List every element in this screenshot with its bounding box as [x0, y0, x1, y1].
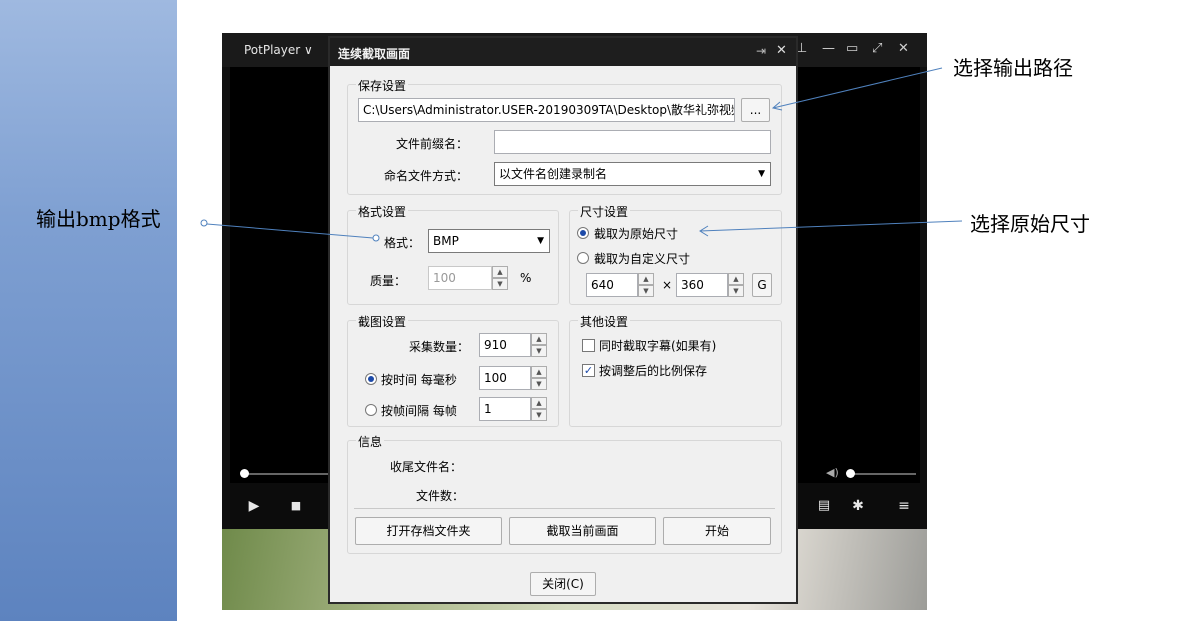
annotation-lines [200, 67, 963, 242]
screenshot-stage: PotPlayer ∨ ⊥ — ▭ ⤢ ✕ ◀) ▶ ■ ▤ ✱ ≡ 连续截取画… [0, 0, 1178, 621]
annotation-original-size: 选择原始尺寸 [970, 212, 1090, 236]
annotation-bmp-format: 输出bmp格式 [36, 207, 161, 231]
annotation-output-path: 选择输出路径 [953, 56, 1073, 80]
